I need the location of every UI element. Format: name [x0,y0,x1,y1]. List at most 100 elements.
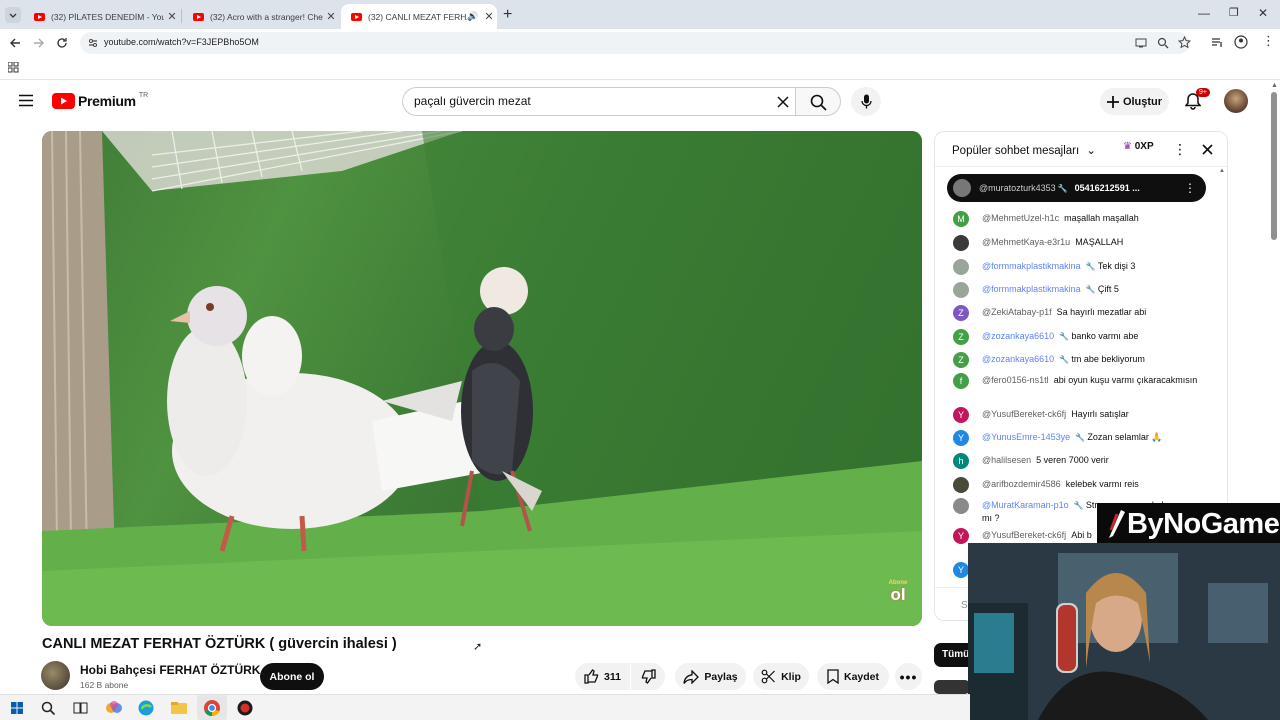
hamburger-menu-icon[interactable] [19,94,33,107]
chat-author-avatar[interactable] [953,259,969,275]
chat-author-name[interactable]: @MuratKaraman-p1o [982,500,1069,510]
file-explorer-icon[interactable] [170,699,188,717]
close-icon[interactable]: ✕ [481,10,497,23]
speaker-icon[interactable]: 🔊 [467,11,481,22]
chat-author-name[interactable]: @YusufBereket-ck6fj [982,530,1066,540]
pinned-message[interactable]: @muratozturk4353 🔧 05416212591 ... ⋮ [947,174,1206,202]
chat-author-avatar[interactable]: Z [953,329,969,345]
save-button[interactable]: Kaydet [817,663,889,690]
new-tab-plus-icon[interactable]: + [503,6,512,24]
search-box[interactable] [402,87,795,116]
reload-icon[interactable] [55,36,69,50]
chat-author-avatar[interactable]: h [953,453,969,469]
chat-author-name[interactable]: @MehmetUzel-h1c [982,213,1059,223]
back-arrow-icon[interactable] [8,36,22,50]
browser-tab[interactable]: (32) Acro with a stranger! Check ✕ [183,4,339,29]
windows-start-icon[interactable] [8,699,26,717]
chat-scroll-up-icon[interactable]: ▲ [1219,168,1225,174]
create-button[interactable]: Oluştur [1100,88,1169,115]
chat-author-avatar[interactable]: M [953,211,969,227]
browser-tab[interactable]: (32) PİLATES DENEDİM - YouTube ✕ [24,4,180,29]
subscribe-watermark[interactable]: Abone ol [884,580,912,608]
chat-author-avatar[interactable] [953,477,969,493]
tab-title: (32) PİLATES DENEDİM - YouTube [51,11,164,22]
chat-author-avatar[interactable]: Y [953,407,969,423]
dislike-button[interactable] [631,663,665,690]
chat-author-avatar[interactable]: Z [953,305,969,321]
tab-search-button[interactable] [5,7,21,23]
more-actions-button[interactable]: ••• [895,663,922,690]
close-icon[interactable]: ✕ [323,10,339,23]
voice-search-button[interactable] [851,87,881,116]
chat-author-name[interactable]: @ZekiAtabay-p1f [982,307,1052,317]
chat-author-name[interactable]: @zozankaya6610 [982,331,1054,341]
chat-menu-icon[interactable]: ⋮ [1173,141,1187,158]
channel-name[interactable]: Hobi Bahçesi FERHAT ÖZTÜRK [80,663,260,677]
scissors-icon [761,669,776,684]
subscribe-button[interactable]: Abone ol [260,663,324,690]
chat-author-avatar[interactable]: Y [953,528,969,544]
chat-author-name[interactable]: @arifbozdemir4586 [982,479,1061,489]
recommended-video-thumbnail[interactable] [934,680,970,694]
cast-icon[interactable] [1135,37,1147,49]
video-player[interactable]: Abone ol [42,131,922,626]
youtube-logo[interactable]: Premium TR [52,91,149,109]
media-controls-icon[interactable] [1211,36,1224,49]
user-avatar[interactable] [1224,89,1248,113]
bynogame-logo: ByNoGame [1097,503,1280,545]
task-view-icon[interactable] [71,699,89,717]
clear-search-icon[interactable] [777,96,789,108]
chat-author-avatar[interactable] [953,282,969,298]
moderator-wrench-icon: 🔧 [1073,501,1086,510]
forward-arrow-icon[interactable] [32,36,46,50]
chat-author-avatar[interactable]: Y [953,430,969,446]
red-app-icon[interactable] [236,699,254,717]
chrome-taskbar-active[interactable] [197,695,227,720]
address-bar[interactable]: youtube.com/watch?v=F3JEPBho5OM [80,32,1191,54]
channel-avatar[interactable] [41,661,70,690]
like-button[interactable]: 311 [575,663,630,690]
chat-author-avatar[interactable]: Z [953,352,969,368]
chevron-down-icon [9,13,17,18]
search-button[interactable] [795,87,841,116]
search-input[interactable] [414,94,754,108]
notifications-button[interactable]: 9+ [1185,88,1210,110]
browser-tab-active[interactable]: (32) CANLI MEZAT FERHAT 🔊 ✕ [341,4,497,29]
restore-icon[interactable]: ❐ [1229,6,1239,19]
youtube-favicon-icon [351,12,362,21]
scroll-up-arrow-icon[interactable]: ▲ [1271,82,1278,89]
window-close-icon[interactable]: ✕ [1258,6,1268,20]
pinned-menu-icon[interactable]: ⋮ [1184,181,1196,195]
chat-author-name[interactable]: @fero0156-ns1tl [982,375,1049,385]
browser-menu-icon[interactable]: ⋮ [1262,33,1275,49]
chat-author-name[interactable]: @halilsesen [982,455,1031,465]
region-code: TR [138,91,149,99]
chat-author-avatar[interactable]: f [953,373,969,389]
chat-author-name[interactable]: @zozankaya6610 [982,354,1054,364]
apps-grid-icon[interactable] [8,62,19,73]
profile-icon[interactable] [1234,35,1248,49]
edge-browser-icon[interactable] [137,699,155,717]
page-scrollbar-thumb[interactable] [1271,92,1277,240]
chat-author-name[interactable]: @formmakplastikmakina [982,261,1081,271]
chat-author-name[interactable]: @MehmetKaya-e3r1u [982,237,1070,247]
xp-badge[interactable]: ♛ 0XP [1123,141,1154,152]
search-icon[interactable] [39,699,57,717]
chevron-down-icon: ⌄ [1086,145,1097,157]
chat-mode-dropdown[interactable]: Popüler sohbet mesajları ⌄ [952,143,1096,157]
bookmark-star-icon[interactable] [1178,36,1191,49]
close-chat-icon[interactable] [1202,144,1213,155]
chat-author-name[interactable]: @formmakplastikmakina [982,284,1081,294]
chat-author-avatar[interactable] [953,498,969,514]
site-info-icon[interactable] [87,37,99,49]
clip-button[interactable]: Klip [753,663,809,690]
share-button[interactable]: Paylaş [675,663,746,690]
close-icon[interactable]: ✕ [164,10,180,23]
zoom-icon[interactable] [1157,37,1169,49]
chat-author-avatar[interactable]: Y [953,562,969,578]
chat-author-avatar[interactable] [953,235,969,251]
copilot-icon[interactable] [105,699,123,717]
chat-author-name[interactable]: @YunusEmre-1453ye [982,432,1070,442]
minimize-icon[interactable]: — [1198,6,1210,20]
chat-author-name[interactable]: @YusufBereket-ck6fj [982,409,1066,419]
